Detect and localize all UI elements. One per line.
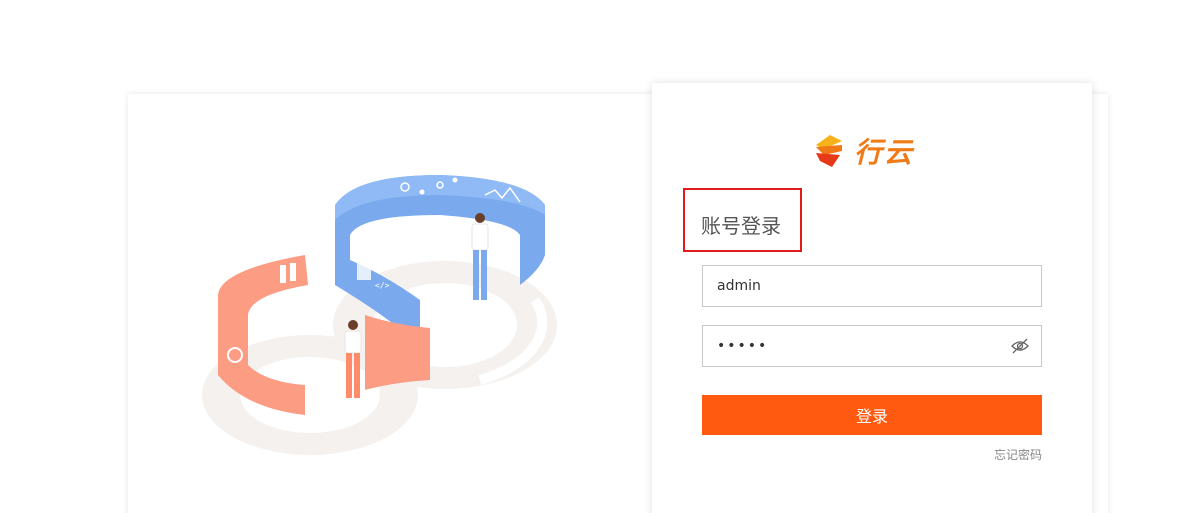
username-input[interactable]: [702, 265, 1042, 307]
logo: 行云: [812, 131, 942, 171]
logo-icon: [816, 135, 842, 167]
login-title: 账号登录: [701, 214, 781, 238]
forgot-password-link[interactable]: 忘记密码: [994, 446, 1042, 463]
login-button[interactable]: 登录: [702, 395, 1042, 435]
eye-off-icon[interactable]: [1010, 336, 1030, 356]
login-title-highlight: 账号登录: [683, 188, 802, 252]
password-input[interactable]: [702, 325, 1042, 367]
login-page: </> 行云 账号登录 admin ••••• 登录 忘记密码: [0, 0, 1204, 513]
hero-illustration: </>: [202, 175, 557, 455]
login-card: 行云 账号登录 登录 忘记密码: [652, 83, 1092, 513]
logo-text: 行云: [854, 136, 915, 169]
svg-text:</>: </>: [375, 281, 390, 290]
